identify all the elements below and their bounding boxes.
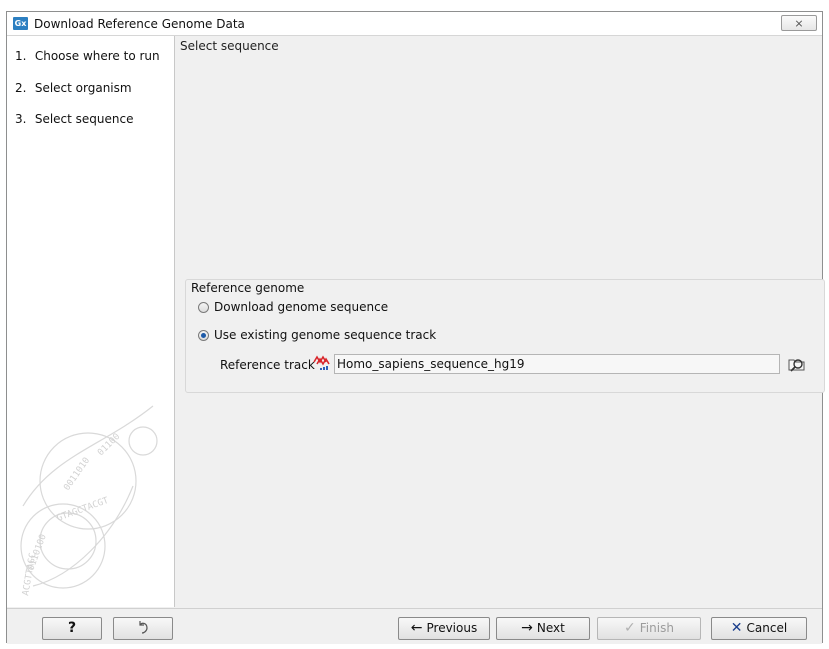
reference-track-field[interactable]: Homo_sapiens_sequence_hg19 bbox=[334, 354, 780, 374]
step-number: 3. bbox=[15, 112, 27, 126]
step-label: Select sequence bbox=[34, 112, 134, 126]
step-label: Choose where to run bbox=[34, 49, 160, 63]
radio-use-existing-track[interactable] bbox=[198, 330, 209, 341]
wizard-steps-sidebar: 1. Choose where to run 2. Select organis… bbox=[7, 36, 175, 607]
decorative-watermark-logo: 0011010 01100 0110100 GTAGCTACGT ACGTTAG… bbox=[20, 405, 158, 597]
wizard-step-choose-where: 1. Choose where to run bbox=[15, 49, 160, 63]
use-existing-track-option[interactable]: Use existing genome sequence track bbox=[198, 328, 436, 342]
arrow-right-icon: → bbox=[521, 620, 533, 636]
reset-button[interactable] bbox=[113, 617, 173, 640]
sequence-track-icon bbox=[313, 355, 330, 370]
cancel-button[interactable]: ✕ Cancel bbox=[711, 617, 807, 640]
cancel-x-icon: ✕ bbox=[730, 620, 743, 636]
wizard-footer: ? ← Previous → Next ✓ Finish ✕ Cancel bbox=[7, 608, 822, 644]
group-label: Reference genome bbox=[189, 281, 307, 295]
section-title: Select sequence bbox=[180, 39, 279, 53]
reference-track-label: Reference track bbox=[220, 358, 315, 372]
next-button[interactable]: → Next bbox=[496, 617, 590, 640]
option-label: Download genome sequence bbox=[214, 300, 389, 314]
close-button[interactable]: ⨯ bbox=[781, 15, 817, 31]
arrow-left-icon: ← bbox=[410, 620, 423, 636]
svg-text:GTAGCTACGT: GTAGCTACGT bbox=[56, 496, 111, 524]
radio-download-genome[interactable] bbox=[198, 302, 209, 313]
reference-genome-group: Reference genome Download genome sequenc… bbox=[185, 279, 825, 393]
wizard-step-select-organism: 2. Select organism bbox=[15, 81, 132, 95]
check-icon: ✓ bbox=[624, 620, 636, 636]
svg-text:ACGTTAGC: ACGTTAGC bbox=[21, 552, 38, 596]
option-label: Use existing genome sequence track bbox=[214, 328, 437, 342]
previous-label: Previous bbox=[426, 621, 478, 635]
step-label: Select organism bbox=[34, 81, 132, 95]
wizard-content: Select sequence Reference genome Downloa… bbox=[177, 36, 825, 607]
download-genome-option[interactable]: Download genome sequence bbox=[198, 300, 388, 314]
window-title: Download Reference Genome Data bbox=[34, 17, 245, 31]
undo-icon bbox=[139, 621, 148, 634]
help-button[interactable]: ? bbox=[42, 617, 102, 640]
wizard-step-select-sequence: 3. Select sequence bbox=[15, 112, 134, 126]
finish-button[interactable]: ✓ Finish bbox=[597, 617, 701, 640]
step-number: 1. bbox=[15, 49, 27, 63]
previous-button[interactable]: ← Previous bbox=[398, 617, 490, 640]
finish-label: Finish bbox=[639, 621, 674, 635]
step-number: 2. bbox=[15, 81, 27, 95]
dialog-window: Gx Download Reference Genome Data ⨯ 1. C… bbox=[6, 11, 825, 644]
next-label: Next bbox=[536, 621, 565, 635]
browse-folder-icon[interactable] bbox=[786, 354, 808, 374]
app-icon: Gx bbox=[13, 17, 28, 30]
title-bar[interactable]: Gx Download Reference Genome Data ⨯ bbox=[7, 12, 822, 36]
cancel-label: Cancel bbox=[746, 621, 788, 635]
